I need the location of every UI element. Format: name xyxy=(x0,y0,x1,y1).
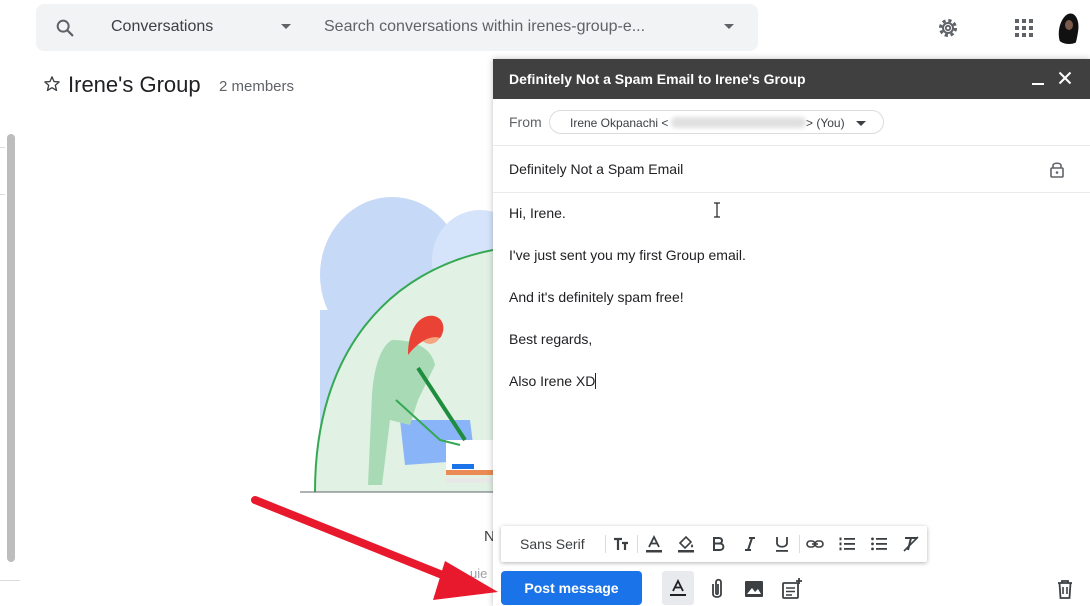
ibeam-cursor-icon xyxy=(714,202,720,218)
divider xyxy=(605,535,606,553)
attach-icon[interactable] xyxy=(705,577,729,601)
body-line: Hi, Irene. xyxy=(509,205,566,221)
from-suffix: > (You) xyxy=(806,116,845,130)
formatting-toolbar: Sans Serif xyxy=(501,526,927,562)
link-icon[interactable] xyxy=(806,535,824,553)
search-bar[interactable]: Conversations Search conversations withi… xyxy=(36,4,758,51)
post-message-button[interactable]: Post message xyxy=(501,571,642,605)
close-icon[interactable] xyxy=(1058,71,1072,85)
italic-icon[interactable] xyxy=(741,535,759,553)
text-size-icon[interactable] xyxy=(612,535,630,553)
compose-window: Definitely Not a Spam Email to Irene's G… xyxy=(493,59,1090,606)
empty-state-illustration xyxy=(300,197,493,493)
divider xyxy=(799,535,800,553)
underline-icon[interactable] xyxy=(773,535,791,553)
insert-photo-icon[interactable] xyxy=(742,577,766,601)
divider xyxy=(0,147,5,148)
redacted-email xyxy=(671,117,806,128)
from-name: Irene Okpanachi < xyxy=(570,116,669,130)
star-outline-icon[interactable] xyxy=(43,75,61,93)
gear-icon[interactable] xyxy=(936,16,960,40)
search-input[interactable]: Search conversations within irenes-group… xyxy=(324,18,645,36)
font-select[interactable]: Sans Serif xyxy=(520,536,585,552)
subject-field[interactable]: Definitely Not a Spam Email xyxy=(509,161,683,177)
avatar[interactable] xyxy=(1052,10,1086,44)
compose-header[interactable]: Definitely Not a Spam Email to Irene's G… xyxy=(493,59,1090,99)
numbered-list-icon[interactable] xyxy=(838,535,856,553)
red-arrow-annotation xyxy=(251,496,498,600)
apps-grid-icon[interactable] xyxy=(1015,19,1033,37)
bulleted-list-icon[interactable] xyxy=(870,535,888,553)
from-row: From Irene Okpanachi < > (You) xyxy=(493,99,1090,146)
text-caret xyxy=(595,373,597,389)
from-label: From xyxy=(509,114,542,130)
minimize-icon[interactable] xyxy=(1031,72,1045,86)
insert-template-icon[interactable] xyxy=(780,577,804,601)
divider xyxy=(0,194,5,195)
chevron-down-icon[interactable] xyxy=(281,24,291,29)
subject-row[interactable]: Definitely Not a Spam Email xyxy=(493,146,1090,193)
body-line: And it's definitely spam free! xyxy=(509,289,684,305)
divider xyxy=(637,535,638,553)
text-color-icon[interactable] xyxy=(645,535,663,553)
body-line: Best regards, xyxy=(509,331,593,347)
formatting-options-toggle[interactable] xyxy=(662,571,694,605)
message-body[interactable]: Hi, Irene. I've just sent you my first G… xyxy=(509,205,1069,415)
search-scope-select[interactable]: Conversations xyxy=(111,18,213,36)
search-icon[interactable] xyxy=(54,17,76,39)
search-options-chevron-icon[interactable] xyxy=(724,24,734,29)
from-select[interactable]: Irene Okpanachi < > (You) xyxy=(549,110,884,134)
body-line-last: Also Irene XD xyxy=(509,373,1069,415)
body-line: Also Irene XD xyxy=(509,373,596,389)
highlight-color-icon[interactable] xyxy=(677,535,695,553)
text-format-icon xyxy=(670,579,686,596)
page-title: Irene's Group xyxy=(68,72,201,97)
compose-title: Definitely Not a Spam Email to Irene's G… xyxy=(509,71,806,87)
chevron-down-icon[interactable] xyxy=(856,121,866,126)
bold-icon[interactable] xyxy=(709,535,727,553)
google-groups-page: Conversations Search conversations withi… xyxy=(0,0,1090,606)
clear-formatting-icon[interactable] xyxy=(902,535,920,553)
left-scrollbar[interactable] xyxy=(7,134,15,562)
trash-icon[interactable] xyxy=(1053,577,1077,601)
member-count[interactable]: 2 members xyxy=(219,78,294,95)
lock-icon[interactable] xyxy=(1049,160,1065,178)
body-line: I've just sent you my first Group email. xyxy=(509,247,746,263)
divider xyxy=(0,580,20,581)
